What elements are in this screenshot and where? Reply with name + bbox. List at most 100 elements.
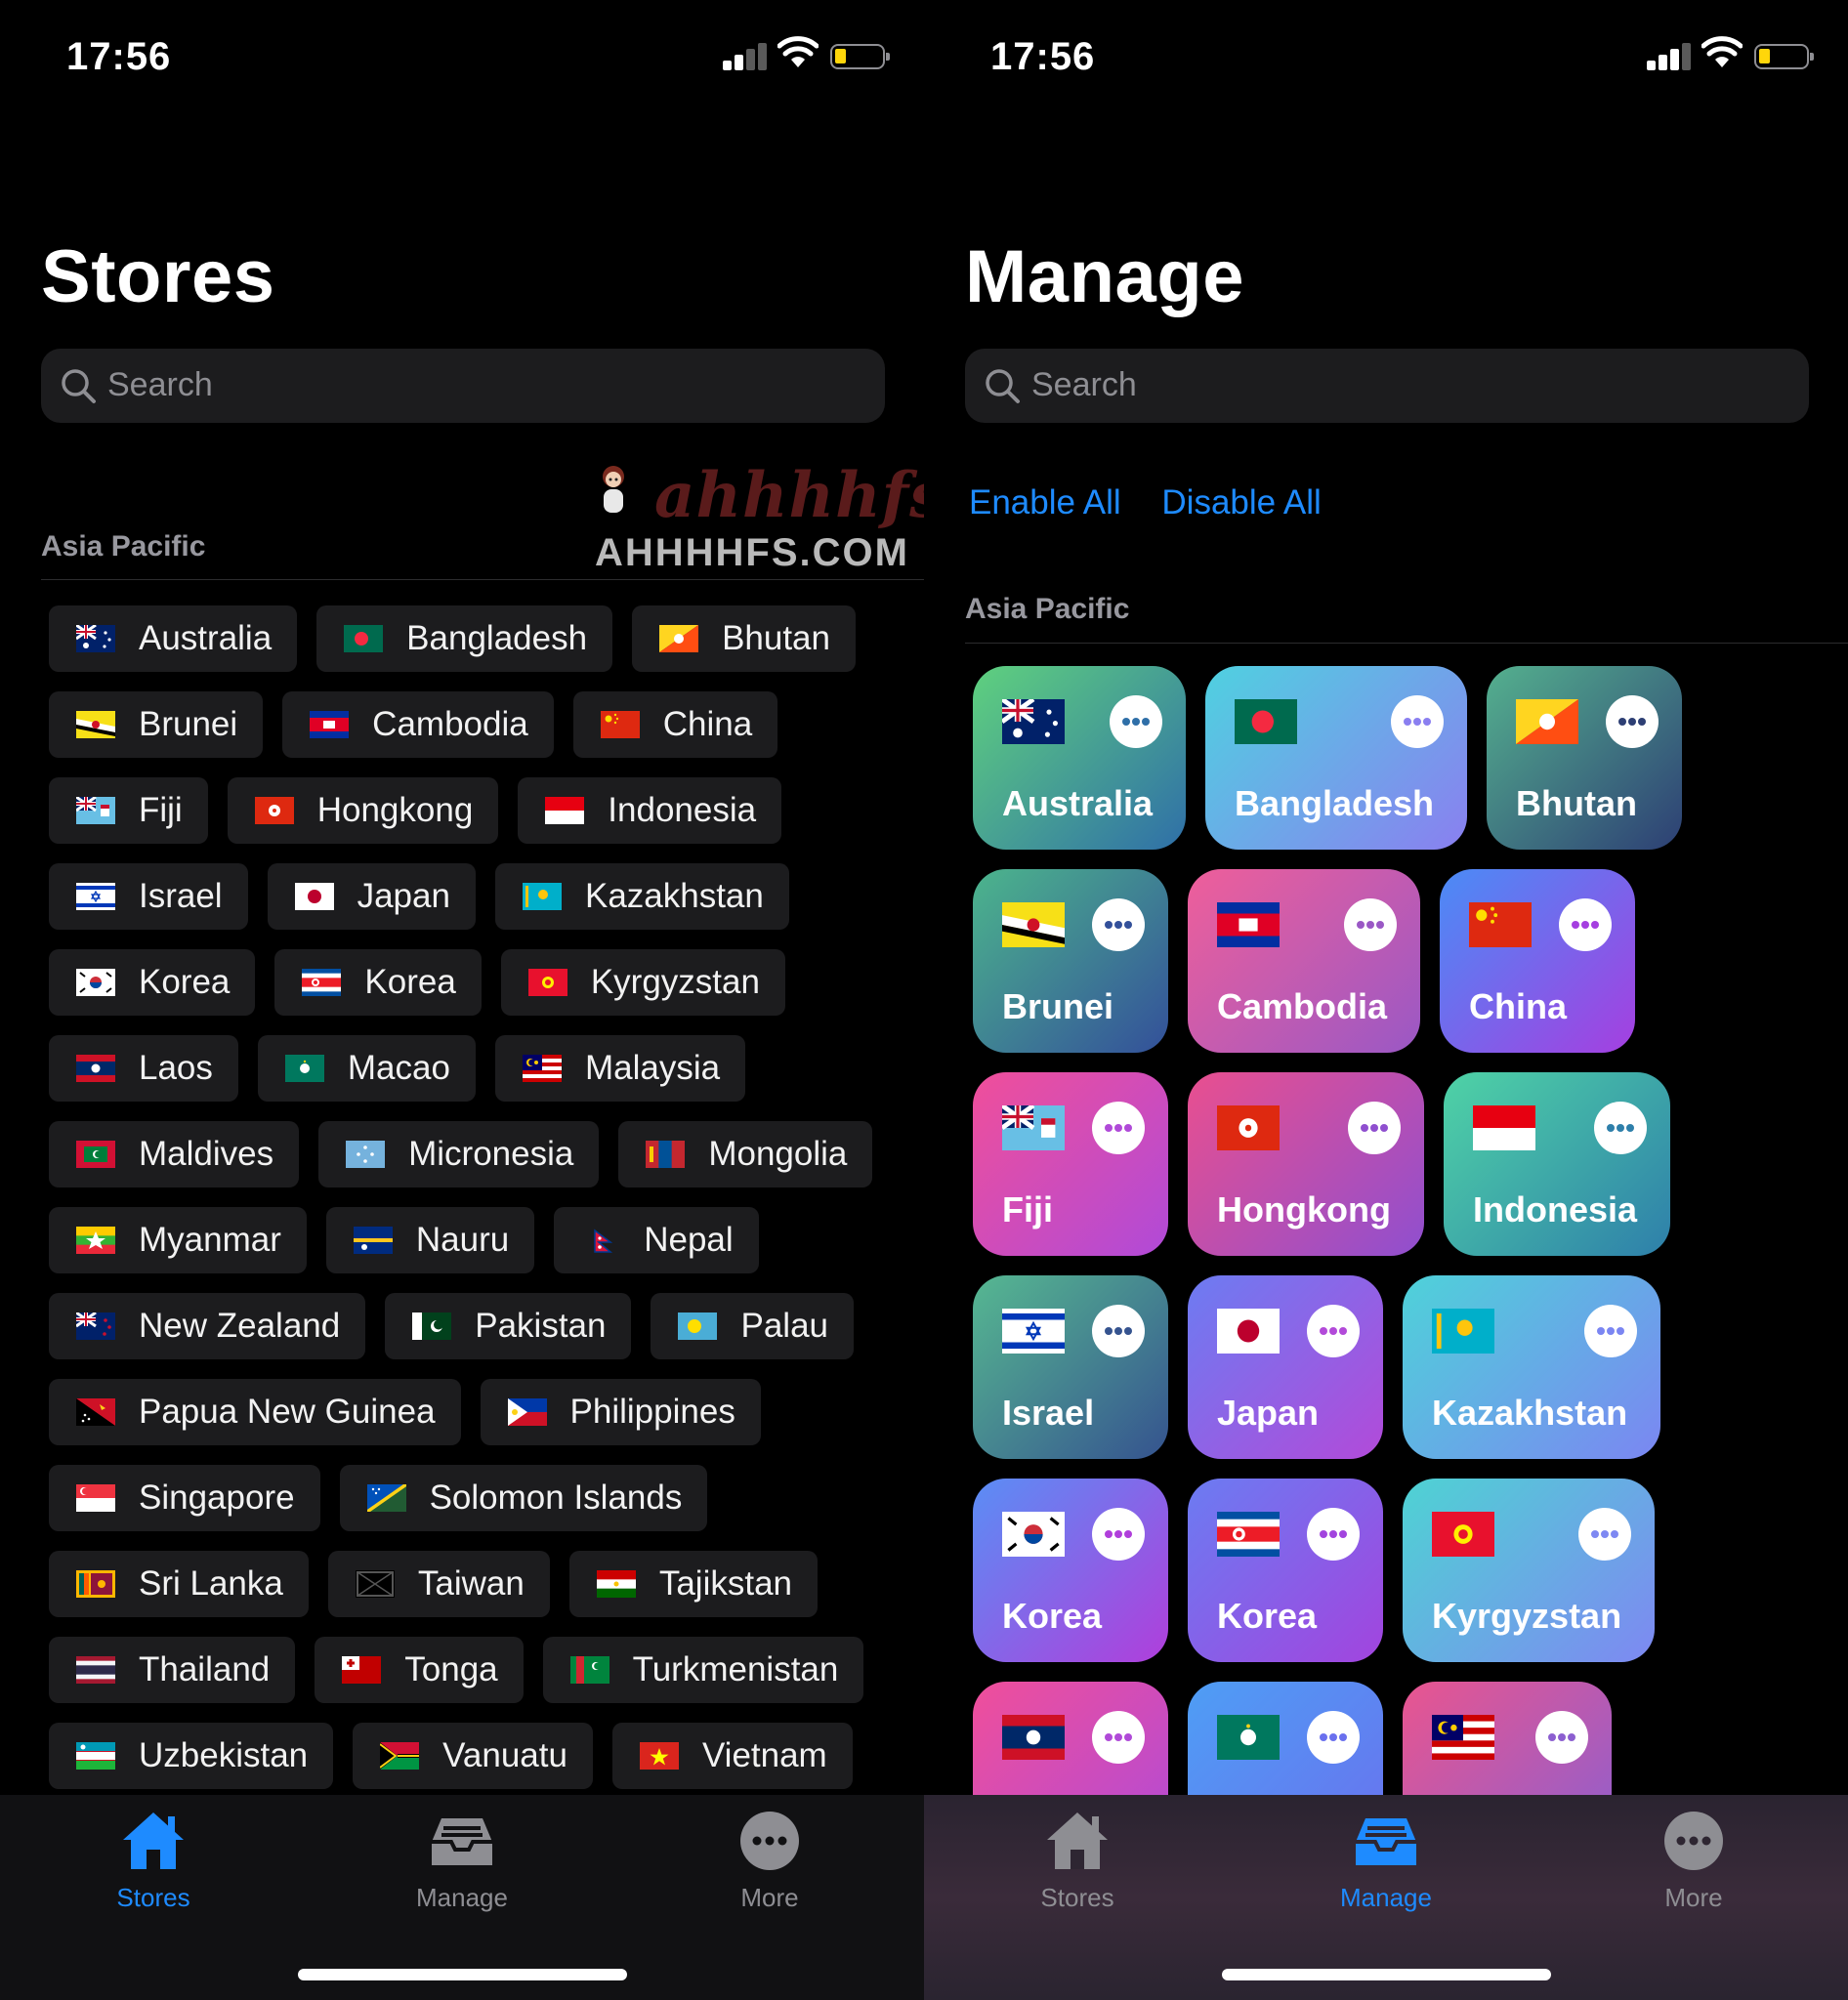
store-chip-bt[interactable]: Bhutan bbox=[632, 605, 856, 672]
store-card-kr[interactable]: Korea bbox=[973, 1479, 1168, 1662]
store-chip-pk[interactable]: Pakistan bbox=[385, 1293, 632, 1359]
store-chip-label: Korea bbox=[364, 963, 456, 1001]
store-card-bd[interactable]: Bangladesh bbox=[1205, 666, 1467, 850]
ellipsis-icon[interactable] bbox=[1092, 1305, 1145, 1357]
store-chip-kh[interactable]: Cambodia bbox=[282, 691, 554, 758]
store-chip-th[interactable]: Thailand bbox=[49, 1637, 296, 1703]
ellipsis-icon[interactable] bbox=[1092, 1508, 1145, 1561]
ellipsis-icon[interactable] bbox=[1535, 1711, 1588, 1764]
search-bar[interactable]: Search bbox=[41, 349, 885, 423]
store-chip-uz[interactable]: Uzbekistan bbox=[49, 1723, 334, 1789]
store-chip-hk[interactable]: Hongkong bbox=[227, 777, 499, 844]
store-chip-sb[interactable]: Solomon Islands bbox=[339, 1465, 708, 1531]
ellipsis-icon[interactable] bbox=[1584, 1305, 1637, 1357]
store-chip-mv[interactable]: Maldives bbox=[49, 1121, 300, 1188]
store-chip-to[interactable]: Tonga bbox=[315, 1637, 524, 1703]
section-divider bbox=[41, 579, 924, 580]
store-chip-mm[interactable]: Myanmar bbox=[49, 1207, 307, 1273]
ellipsis-icon[interactable] bbox=[1348, 1102, 1401, 1154]
store-chip-ph[interactable]: Philippines bbox=[480, 1379, 761, 1445]
store-chip-kp[interactable]: Korea bbox=[274, 949, 482, 1016]
ellipsis-icon[interactable] bbox=[1606, 695, 1659, 748]
ellipsis-icon[interactable] bbox=[1391, 695, 1444, 748]
store-chip-vu[interactable]: Vanuatu bbox=[353, 1723, 593, 1789]
chip-row: Uzbekistan Vanuatu Vietnam bbox=[49, 1723, 899, 1791]
disable-all-button[interactable]: Disable All bbox=[1161, 483, 1321, 521]
ellipsis-icon[interactable] bbox=[1092, 1102, 1145, 1154]
store-chip-jp[interactable]: Japan bbox=[267, 863, 476, 930]
store-chip-id[interactable]: Indonesia bbox=[518, 777, 782, 844]
mo-flag-icon bbox=[1217, 1715, 1280, 1760]
ellipsis-icon[interactable] bbox=[1110, 695, 1162, 748]
store-card-fj[interactable]: Fiji bbox=[973, 1072, 1168, 1256]
store-chip-label: Kyrgyzstan bbox=[590, 963, 760, 1001]
au-flag-icon bbox=[1000, 696, 1065, 744]
store-chip-label: Fiji bbox=[139, 791, 183, 829]
tab-stores[interactable]: Stores bbox=[56, 1809, 251, 1926]
ellipsis-icon[interactable] bbox=[1092, 898, 1145, 951]
store-chip-tw[interactable]: Taiwan bbox=[327, 1551, 550, 1617]
store-chip-nz[interactable]: New Zealand bbox=[49, 1293, 366, 1359]
ellipsis-icon[interactable] bbox=[1307, 1711, 1360, 1764]
tab-more[interactable]: More bbox=[1596, 1809, 1791, 1926]
tab-more[interactable]: More bbox=[672, 1809, 867, 1926]
store-chip-la[interactable]: Laos bbox=[49, 1035, 238, 1102]
store-chip-cn[interactable]: China bbox=[572, 691, 778, 758]
cn-flag-icon bbox=[600, 711, 640, 738]
store-chip-kg[interactable]: Kyrgyzstan bbox=[500, 949, 785, 1016]
kh-flag-icon bbox=[1217, 902, 1280, 948]
search-bar[interactable]: Search bbox=[965, 349, 1809, 423]
pg-flag-icon bbox=[76, 1398, 115, 1426]
store-chip-fj[interactable]: Fiji bbox=[49, 777, 208, 844]
store-card-il[interactable]: Israel bbox=[973, 1275, 1168, 1459]
store-chip-sg[interactable]: Singapore bbox=[49, 1465, 320, 1531]
store-chip-pg[interactable]: Papua New Guinea bbox=[49, 1379, 461, 1445]
store-card-grid: Australia Bangladesh Bhutan Brunei Cambodia C… bbox=[973, 666, 1832, 1885]
store-chip-mn[interactable]: Mongolia bbox=[618, 1121, 873, 1188]
tab-manage[interactable]: Manage bbox=[364, 1809, 560, 1926]
section-divider bbox=[965, 643, 1848, 644]
store-chip-label: Korea bbox=[139, 963, 231, 1001]
store-card-bn[interactable]: Brunei bbox=[973, 869, 1168, 1053]
store-card-kh[interactable]: Cambodia bbox=[1188, 869, 1420, 1053]
store-chip-kz[interactable]: Kazakhstan bbox=[494, 863, 789, 930]
enable-all-button[interactable]: Enable All bbox=[969, 483, 1121, 521]
ellipsis-icon[interactable] bbox=[1559, 898, 1612, 951]
store-chip-vn[interactable]: Vietnam bbox=[611, 1723, 853, 1789]
store-chip-mo[interactable]: Macao bbox=[257, 1035, 476, 1102]
store-chip-au[interactable]: Australia bbox=[49, 605, 298, 672]
store-chip-tm[interactable]: Turkmenistan bbox=[542, 1637, 864, 1703]
store-card-hk[interactable]: Hongkong bbox=[1188, 1072, 1424, 1256]
tab-stores[interactable]: Stores bbox=[980, 1809, 1175, 1926]
store-chip-kr[interactable]: Korea bbox=[49, 949, 256, 1016]
store-chip-my[interactable]: Malaysia bbox=[494, 1035, 746, 1102]
ellipsis-icon[interactable] bbox=[1344, 898, 1397, 951]
store-card-cn[interactable]: China bbox=[1440, 869, 1635, 1053]
store-chip-label: Palau bbox=[740, 1307, 829, 1345]
tab-manage[interactable]: Manage bbox=[1288, 1809, 1484, 1926]
ellipsis-icon[interactable] bbox=[1578, 1508, 1631, 1561]
store-chip-nr[interactable]: Nauru bbox=[325, 1207, 535, 1273]
store-chip-fm[interactable]: Micronesia bbox=[318, 1121, 600, 1188]
store-chip-tj[interactable]: Tajikstan bbox=[568, 1551, 818, 1617]
ellipsis-icon[interactable] bbox=[1307, 1305, 1360, 1357]
ellipsis-icon[interactable] bbox=[1594, 1102, 1647, 1154]
store-chip-bd[interactable]: Bangladesh bbox=[316, 605, 613, 672]
hk-flag-icon bbox=[254, 797, 294, 824]
status-bar: 17:56 bbox=[0, 0, 924, 117]
store-card-jp[interactable]: Japan bbox=[1188, 1275, 1383, 1459]
ellipsis-icon[interactable] bbox=[1092, 1711, 1145, 1764]
store-chip-pw[interactable]: Palau bbox=[651, 1293, 855, 1359]
store-card-kp[interactable]: Korea bbox=[1188, 1479, 1383, 1662]
ellipsis-icon[interactable] bbox=[1307, 1508, 1360, 1561]
store-chip-bn[interactable]: Brunei bbox=[49, 691, 264, 758]
store-chip-np[interactable]: Nepal bbox=[554, 1207, 759, 1273]
store-card-kg[interactable]: Kyrgyzstan bbox=[1403, 1479, 1655, 1662]
store-chip-lk[interactable]: Sri Lanka bbox=[49, 1551, 309, 1617]
store-card-au[interactable]: Australia bbox=[973, 666, 1186, 850]
store-chip-label: Malaysia bbox=[584, 1049, 721, 1087]
store-card-bt[interactable]: Bhutan bbox=[1487, 666, 1682, 850]
store-card-id[interactable]: Indonesia bbox=[1444, 1072, 1670, 1256]
store-card-kz[interactable]: Kazakhstan bbox=[1403, 1275, 1660, 1459]
store-chip-il[interactable]: Israel bbox=[49, 863, 248, 930]
